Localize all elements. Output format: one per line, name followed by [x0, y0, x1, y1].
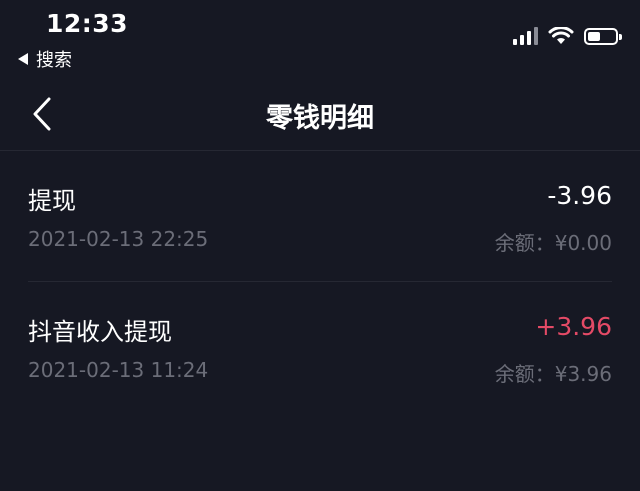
battery-icon	[584, 27, 622, 45]
status-bar: 12:33 搜索	[0, 0, 640, 78]
transaction-row[interactable]: 抖音收入提现 +3.96 2021-02-13 11:24 余额：¥3.96	[28, 281, 612, 411]
transaction-row[interactable]: 提现 -3.96 2021-02-13 22:25 余额：¥0.00	[28, 151, 612, 281]
transaction-title: 抖音收入提现	[28, 318, 172, 346]
battery-nub	[619, 33, 622, 40]
cellular-signal-icon	[513, 27, 538, 45]
status-time: 12:33	[46, 9, 129, 38]
transaction-amount: +3.96	[535, 312, 612, 341]
transaction-title: 提现	[28, 187, 76, 215]
transaction-date: 2021-02-13 22:25	[28, 227, 209, 251]
nav-bar: 零钱明细	[0, 78, 640, 151]
back-triangle-icon	[18, 53, 28, 65]
transaction-list: 提现 -3.96 2021-02-13 22:25 余额：¥0.00 抖音收入提…	[0, 151, 640, 411]
battery-fill	[588, 31, 600, 41]
transaction-balance: 余额：¥0.00	[494, 231, 612, 255]
transaction-date: 2021-02-13 11:24	[28, 358, 209, 382]
status-icons	[513, 27, 622, 45]
wifi-icon	[548, 27, 574, 44]
page-title: 零钱明细	[266, 103, 374, 134]
back-to-app-link[interactable]: 搜索	[18, 46, 72, 72]
transaction-amount: -3.96	[547, 181, 612, 210]
transaction-balance: 余额：¥3.96	[494, 362, 612, 386]
back-to-app-label: 搜索	[36, 50, 72, 71]
